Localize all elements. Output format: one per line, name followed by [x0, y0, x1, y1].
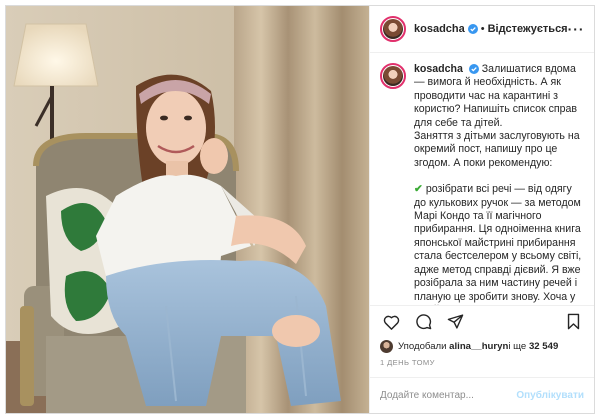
caption-paragraph-3: розібрати всі речі — від одягу до кулько…: [414, 183, 582, 305]
check-mark-icon: ✔: [414, 183, 423, 196]
liker-avatar[interactable]: [380, 339, 393, 353]
post-comment-button[interactable]: Опублікувати: [516, 390, 584, 401]
post-actions: [370, 305, 594, 337]
author-username[interactable]: kosadcha: [414, 23, 465, 35]
post-date[interactable]: 1 ДЕНЬ ТОМУ: [370, 355, 594, 377]
caption-paragraph-2: Заняття з дітьми заслуговують на окремий…: [414, 130, 580, 169]
post-side-panel: kosadcha • Відстежується ··· kosadcha За…: [369, 6, 594, 413]
bookmark-icon[interactable]: [562, 311, 584, 333]
follow-status-button[interactable]: Відстежується: [488, 23, 568, 35]
likes-middle: і ще: [508, 340, 527, 352]
caption-username[interactable]: kosadcha: [414, 63, 463, 75]
post-photo-illustration: [6, 6, 369, 413]
caption-verified-badge-icon: [468, 64, 479, 75]
caption-area: kosadcha Залишатися вдома — вимога й нео…: [370, 53, 594, 305]
comment-input[interactable]: [380, 390, 517, 401]
header-separator: •: [480, 23, 485, 35]
comment-icon[interactable]: [412, 311, 434, 333]
caption-author-avatar[interactable]: [380, 63, 406, 89]
likes-summary: Уподобали alina__huryn і ще 32 549: [370, 337, 594, 355]
verified-badge-icon: [467, 24, 478, 34]
liker-username[interactable]: alina__huryn: [449, 341, 508, 352]
post-photo[interactable]: [6, 6, 369, 413]
share-icon[interactable]: [444, 311, 466, 333]
comment-composer: Опублікувати: [370, 377, 594, 413]
author-avatar[interactable]: [380, 16, 406, 42]
caption-text: kosadcha Залишатися вдома — вимога й нео…: [414, 63, 584, 305]
post-header: kosadcha • Відстежується ···: [370, 6, 594, 53]
likes-prefix: Уподобали: [398, 340, 447, 352]
heart-icon[interactable]: [380, 311, 402, 333]
likes-count[interactable]: 32 549: [529, 341, 558, 352]
more-options-icon[interactable]: ···: [568, 22, 585, 36]
post-card: kosadcha • Відстежується ··· kosadcha За…: [5, 5, 595, 414]
